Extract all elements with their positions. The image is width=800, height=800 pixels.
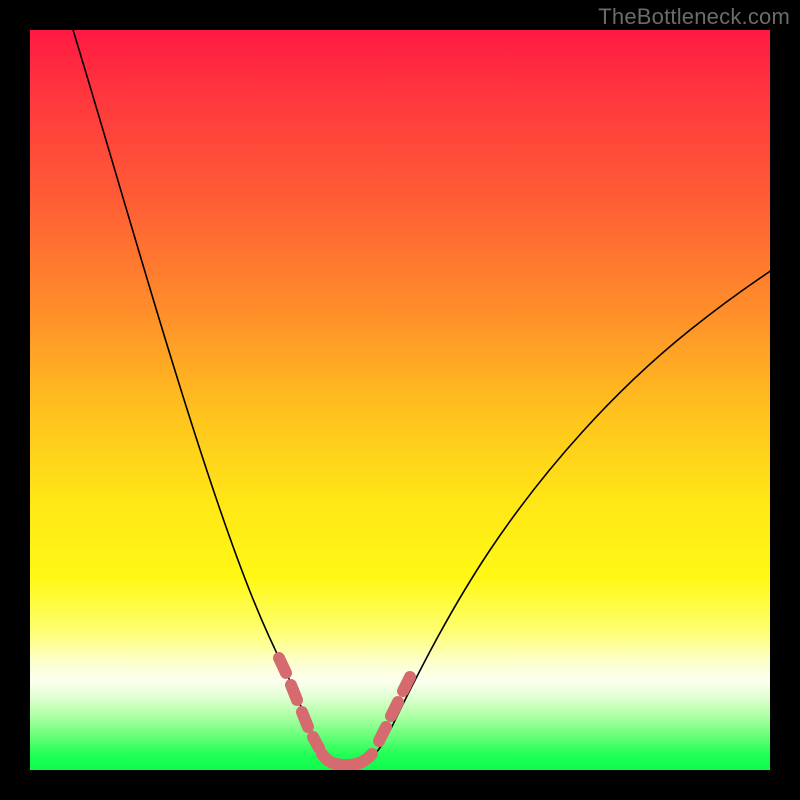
highlight-valley <box>322 754 372 765</box>
highlight-right-dash-2 <box>391 702 398 716</box>
curve-layer <box>30 30 770 770</box>
plot-area <box>30 30 770 770</box>
highlight-left-dash-3 <box>302 712 308 727</box>
highlight-left-dash-2 <box>291 685 297 700</box>
highlight-right-dash-3 <box>403 677 410 691</box>
highlight-right-dash-1 <box>379 727 386 741</box>
curve-left-arm <box>70 30 336 764</box>
highlight-left-dash-1 <box>279 658 286 673</box>
watermark-text: TheBottleneck.com <box>598 4 790 30</box>
chart-frame: TheBottleneck.com <box>0 0 800 800</box>
curve-right-arm <box>362 270 770 764</box>
highlight-left-dash-4 <box>313 737 319 748</box>
